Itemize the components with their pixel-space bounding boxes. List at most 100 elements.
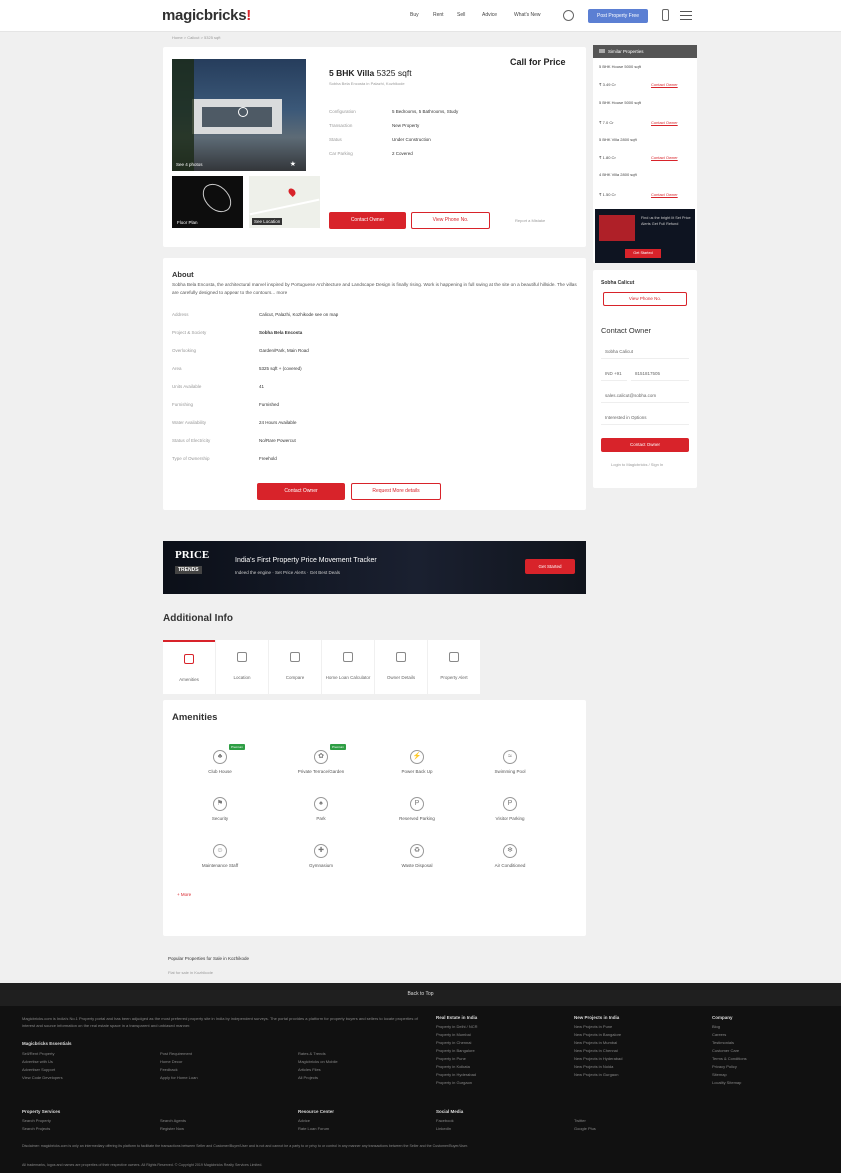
tab-home-loan[interactable]: Home Loan Calculator — [322, 640, 374, 694]
listing-title: 5 BHK Villa 5325 sqft — [329, 68, 412, 78]
terrace-icon: ✿ — [314, 750, 328, 764]
top-header: magicbricks! Buy Rent Sell Advice What's… — [0, 0, 841, 32]
breadcrumb[interactable]: Home > Calicut > 5325 sqft — [172, 35, 220, 40]
social-col2[interactable]: Twitter Google Plus — [574, 1117, 596, 1133]
parking-value: 2 Covered — [392, 151, 413, 156]
essentials-col1[interactable]: Sell/Rent Property Advertise with Us Adver… — [22, 1050, 63, 1082]
ad-get-started-button[interactable]: Get Started — [625, 249, 661, 258]
footer-about: Magicbricks.com is India's No.1 Property… — [22, 1016, 418, 1028]
similar-contact-link[interactable]: Contact Owner — [651, 192, 678, 197]
name-field[interactable]: Sobha Calicut — [601, 343, 689, 359]
interest-select[interactable]: Interested in Options — [601, 409, 689, 425]
login-link[interactable]: Login to Magicbricks / Sign In — [611, 462, 663, 467]
resource-heading: Resource Center — [298, 1109, 335, 1114]
tab-location[interactable]: Location — [216, 640, 268, 694]
amenity-security: ⚑ Security — [175, 797, 265, 821]
star-icon[interactable]: ★ — [290, 160, 296, 168]
parking-label: Car Parking — [329, 151, 353, 156]
more-amenities-link[interactable]: + More — [177, 892, 191, 897]
resource-links[interactable]: Advice Rate Loan Forum — [298, 1117, 329, 1133]
nav-sell[interactable]: Sell — [457, 12, 465, 18]
similar-heading: Similar Properties — [593, 45, 697, 58]
back-to-top-link[interactable]: Back to Top — [0, 983, 841, 1006]
location-icon — [237, 652, 247, 662]
similar-price: ₹ 3.49 Cr — [599, 82, 616, 87]
phone-field[interactable]: 8151817505 — [631, 365, 689, 381]
similar-title[interactable]: 5 BHK House 5000 sqft — [599, 64, 641, 69]
about-contact-owner-button[interactable]: Contact Owner — [257, 483, 345, 500]
main-photo[interactable]: See 4 photos ★ — [172, 59, 306, 171]
premium-badge: Premium — [330, 744, 347, 750]
post-property-button[interactable]: Post Property Free — [588, 9, 648, 23]
address-value[interactable]: Calicut, Palazhi, Kozhikode see on map — [259, 312, 338, 317]
pool-icon: ≈ — [503, 750, 517, 764]
overlooking-label: Overlooking — [172, 348, 197, 353]
transaction-value: New Property — [392, 123, 420, 128]
sidebar-contact-owner-button[interactable]: Contact Owner — [601, 438, 689, 452]
nav-advice[interactable]: Advice — [482, 12, 497, 18]
similar-title[interactable]: 5 BHK Villa 2800 sqft — [599, 137, 637, 142]
transaction-label: Transaction — [329, 123, 353, 128]
nav-whats-new[interactable]: What's New — [514, 12, 541, 18]
email-field[interactable]: sales.calicut@sobha.com — [601, 387, 689, 403]
tab-property-alert[interactable]: Property Alert — [428, 640, 480, 694]
contact-owner-button[interactable]: Contact Owner — [329, 212, 406, 229]
amenity-air-conditioned: ❄ Air Conditioned — [465, 844, 555, 868]
services-col2[interactable]: Search Agents Register Now — [160, 1117, 186, 1133]
banner-brand: PRICE — [175, 549, 210, 561]
similar-price: ₹ 7.0 Cr — [599, 120, 614, 125]
ownership-label: Type of Ownership — [172, 456, 210, 461]
amenity-visitor-parking: P Visitor Parking — [465, 797, 555, 821]
company-links[interactable]: Blog Careers Testimonials Customer Care Term… — [712, 1023, 747, 1087]
similar-title[interactable]: 5 BHK House 5000 sqft — [599, 100, 641, 105]
request-more-details-button[interactable]: Request More details — [351, 483, 441, 500]
similar-contact-link[interactable]: Contact Owner — [651, 120, 678, 125]
banner-get-started-button[interactable]: Get Started — [525, 559, 575, 574]
user-icon[interactable] — [563, 10, 574, 21]
similar-contact-link[interactable]: Contact Owner — [651, 155, 678, 160]
mobile-icon[interactable] — [662, 9, 669, 21]
about-heading: About — [172, 270, 194, 279]
nav-buy[interactable]: Buy — [410, 12, 419, 18]
country-code-select[interactable]: IND +91 — [601, 365, 627, 381]
amenity-park: ♠ Park — [276, 797, 366, 821]
report-link[interactable]: Report a Mistake — [515, 218, 545, 223]
project-value[interactable]: Sobha Bela Encosta — [259, 330, 302, 335]
map-pin-icon — [287, 187, 297, 197]
popular-link[interactable]: Flat for sale in Kozhikode — [168, 970, 213, 975]
units-value: 41 — [259, 384, 265, 389]
similar-title[interactable]: 4 BHK Villa 2800 sqft — [599, 172, 637, 177]
area-label: Area — [172, 366, 182, 371]
map-thumb[interactable]: See Location — [249, 176, 320, 228]
price-trends-banner[interactable]: PRICE TRENDS India's First Property Pric… — [163, 541, 586, 594]
overlooking-value: Garden/Park, Main Road — [259, 348, 309, 353]
water-value: 24 Hours Available — [259, 420, 297, 425]
services-col1[interactable]: Search Property Search Projects — [22, 1117, 51, 1133]
banner-title: India's First Property Price Movement Tr… — [235, 557, 377, 564]
view-phone-button[interactable]: View Phone No. — [411, 212, 490, 229]
contact-owner-heading: Contact Owner — [601, 326, 652, 335]
amenity-private-terrace: Premium ✿ Private Terrace/Garden — [297, 744, 347, 774]
furnishing-label: Furnishing — [172, 402, 194, 407]
tab-compare[interactable]: Compare — [269, 640, 321, 694]
tab-owner-details[interactable]: Owner Details — [375, 640, 427, 694]
sidebar-ad-banner[interactable]: Find us the bright lit Set Price Alerts … — [595, 209, 695, 263]
social-col1[interactable]: Facebook LinkedIn — [436, 1117, 454, 1133]
essentials-col3[interactable]: Rates & Trends Magicbricks on Mobile Artic… — [298, 1050, 338, 1082]
listing-card: See 4 photos ★ Floor Plan See Location 5… — [163, 47, 586, 247]
power-backup-icon: ⚡ — [410, 750, 424, 764]
floor-plan-thumb[interactable]: Floor Plan — [172, 176, 243, 228]
similar-contact-link[interactable]: Contact Owner — [651, 82, 678, 87]
new-projects-links[interactable]: New Projects in Pune New Projects in Bang… — [574, 1023, 622, 1079]
logo[interactable]: magicbricks! — [162, 7, 251, 24]
photo-count[interactable]: See 4 photos — [176, 162, 203, 167]
status-label: Status — [329, 137, 342, 142]
zoom-icon[interactable] — [238, 107, 248, 117]
essentials-col2[interactable]: Post Requirement Home Decor Feedback Apply … — [160, 1050, 198, 1082]
nav-rent[interactable]: Rent — [433, 12, 444, 18]
menu-icon[interactable] — [680, 11, 692, 20]
tab-amenities[interactable]: Amenities — [163, 640, 215, 694]
real-estate-links[interactable]: Property in Delhi / NCR Property in Mumba… — [436, 1023, 478, 1087]
sidebar-view-phone-button[interactable]: View Phone No. — [603, 292, 687, 306]
amenity-swimming-pool: ≈ Swimming Pool — [465, 750, 555, 774]
